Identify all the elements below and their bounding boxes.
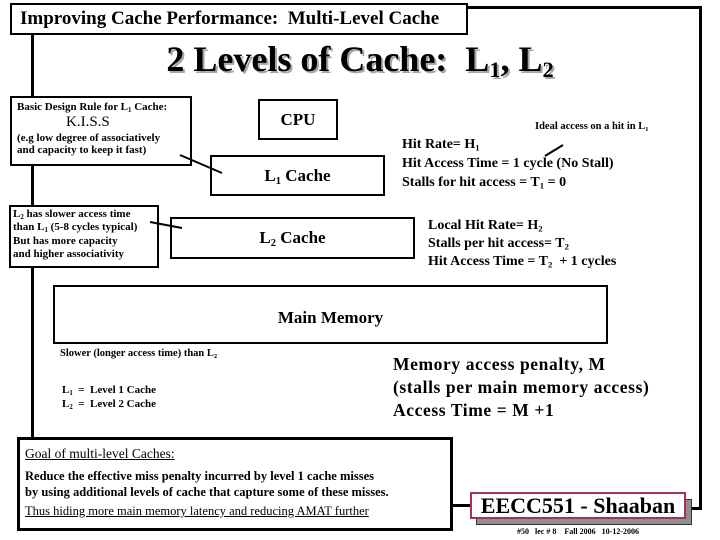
ideal-note-pointer [544,144,564,157]
slide: Improving Cache Performance: Multi-Level… [0,0,720,540]
l2-note-to-l2-connector [149,221,183,229]
kiss-to-l1-connector [179,154,223,174]
connector-lines [149,144,564,229]
